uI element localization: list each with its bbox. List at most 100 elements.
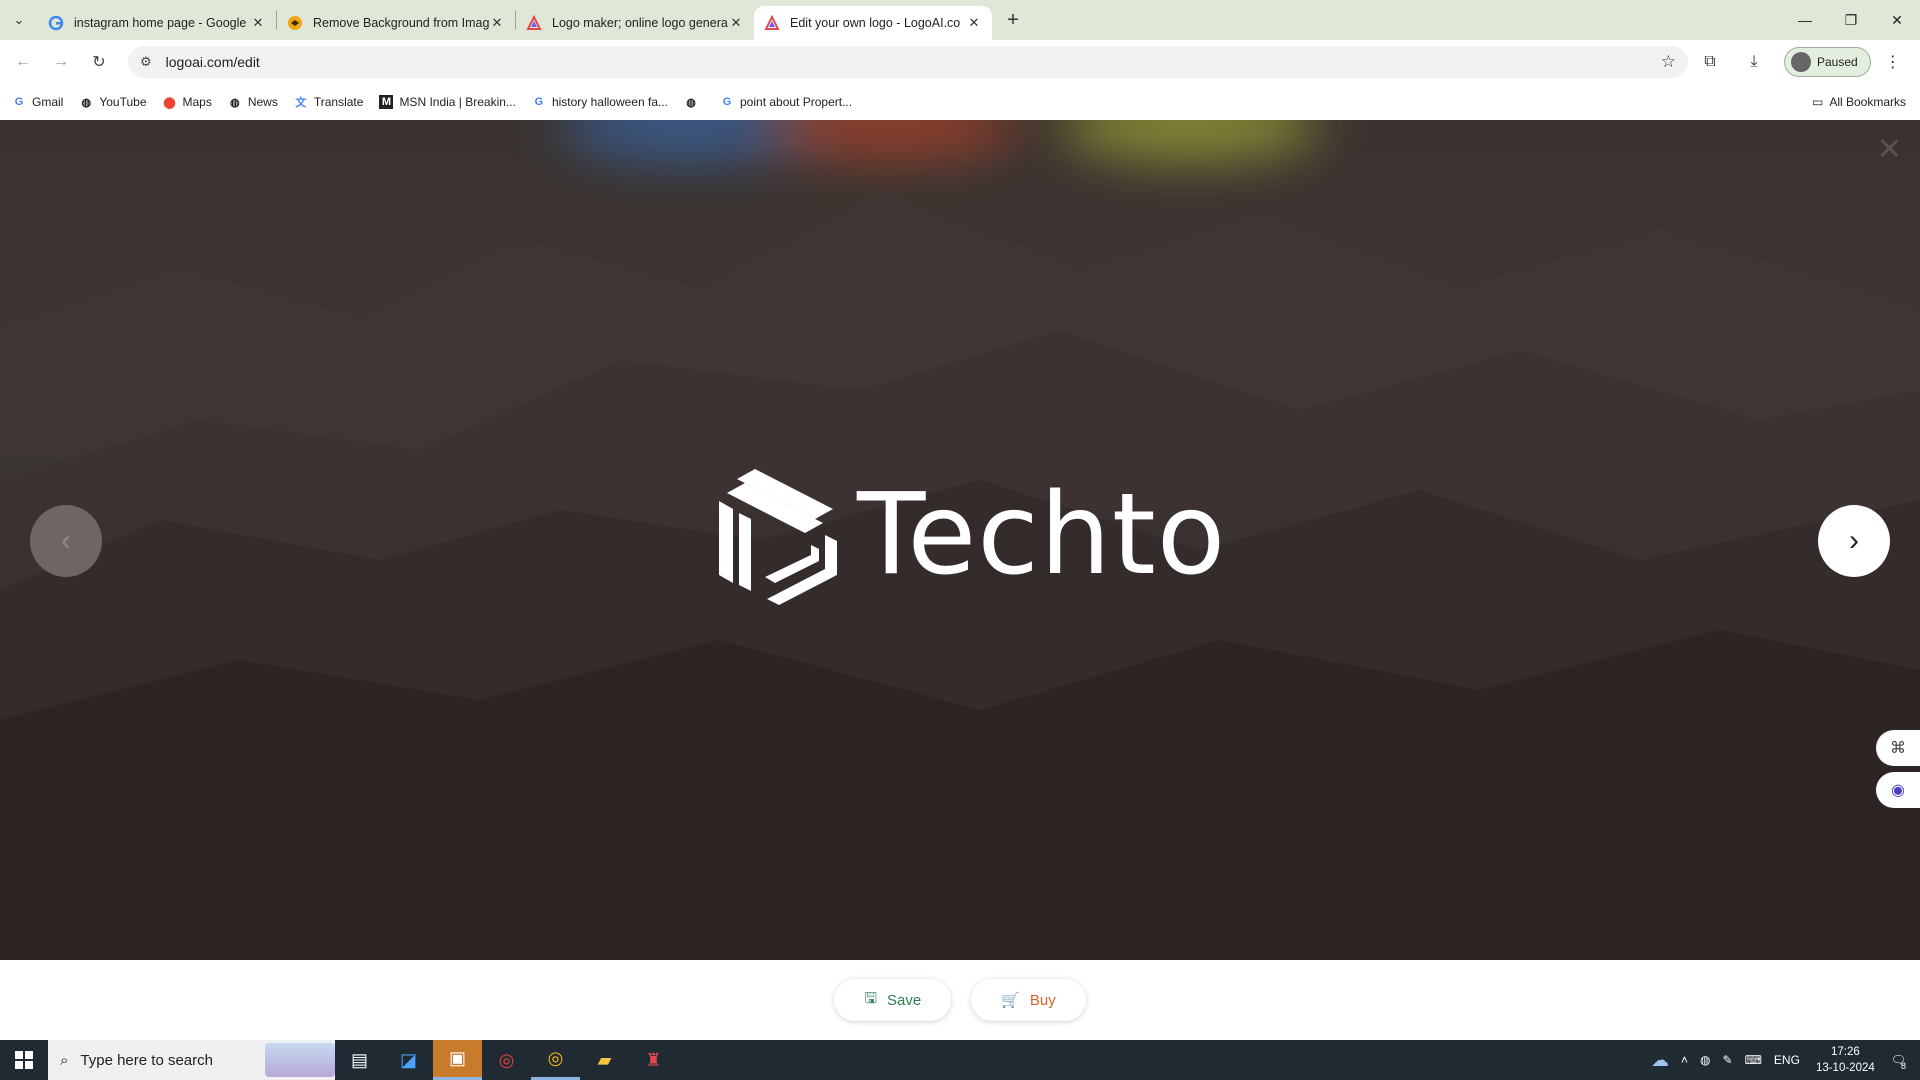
bookmark-label: MSN India | Breakin... [399,95,516,109]
save-button[interactable]: 🖫 Save [834,979,952,1021]
folder-icon: ▭ [1811,95,1824,109]
tab-title: Remove Background from Imag [313,16,489,30]
bookmark-news[interactable]: ◍ News [228,95,278,109]
reload-icon[interactable]: ↻ [84,52,114,72]
bookmark-property[interactable]: Gpoint about Propert... [720,95,852,109]
google-icon: G [14,96,24,108]
close-tab-icon[interactable]: ✕ [728,15,744,31]
chrome-icon[interactable]: ◎ [531,1040,580,1080]
bookmark-msn[interactable]: M MSN India | Breakin... [379,95,516,109]
shortcut-button[interactable]: ⌘ [1876,730,1920,766]
all-bookmarks-button[interactable]: ▭ All Bookmarks [1812,95,1906,109]
command-icon: ⌘ [1890,740,1906,757]
logo-mark-icon [719,469,837,605]
back-icon[interactable]: ← [8,53,38,71]
browser-toolbar: ← → ↻ ⚙ logoai.com/edit ☆ ⧉ ⤓ Paused ⋮ [0,40,1920,84]
bookmark-label: Maps [182,95,212,109]
google-icon: G [722,96,732,108]
cart-icon: 🛒 [1001,992,1020,1009]
google-icon: G [534,96,544,108]
close-preview-icon[interactable]: ✕ [1877,132,1902,167]
tab-2[interactable]: Remove Background from Imag ✕ [277,6,515,40]
site-settings-icon[interactable]: ⚙ [140,54,152,70]
close-tab-icon[interactable]: ✕ [966,15,982,31]
tab-3[interactable]: Logo maker; online logo genera ✕ [516,6,754,40]
bookmark-maps[interactable]: ⬤ Maps [163,95,212,109]
next-button[interactable]: › [1818,505,1890,577]
time: 17:26 [1830,1046,1860,1058]
close-tab-icon[interactable]: ✕ [250,15,266,31]
logo: Techto [715,465,1226,605]
chevron-up-icon[interactable]: ˄ [1681,1053,1688,1067]
bookmark-translate[interactable]: 文 Translate [294,95,364,109]
tab-4-active[interactable]: Edit your own logo - LogoAI.co ✕ [754,6,992,40]
search-icon: ⌕ [60,1051,69,1069]
globe-icon: ◍ [686,96,696,109]
notification-count: 8 [1900,1061,1906,1071]
chevron-right-icon: › [1849,524,1859,557]
profile-status: Paused [1817,55,1858,69]
address-bar[interactable]: ⚙ logoai.com/edit ☆ [128,46,1688,78]
globe-icon: ◍ [230,96,240,109]
map-pin-icon: ⬤ [163,96,176,109]
bookmark-history[interactable]: Ghistory halloween fa... [532,95,668,109]
menu-icon[interactable]: ⋮ [1871,52,1915,72]
tab-title: Edit your own logo - LogoAI.co [790,16,961,30]
all-bookmarks-label: All Bookmarks [1829,95,1906,109]
network-icon[interactable]: ◍ [1700,1053,1710,1067]
system-tray: ☁ ˄ ◍ ✎ ⌨ ENG 17:26 13-10-2024 🗨 8 [1645,1040,1920,1080]
close-tab-icon[interactable]: ✕ [489,15,505,31]
bookmark-youtube[interactable]: ◍ YouTube [79,95,147,109]
keyboard-icon[interactable]: ⌨ [1745,1053,1762,1067]
msn-icon: M [379,95,394,109]
pen-icon[interactable]: ✎ [1723,1053,1733,1067]
download-icon[interactable]: ⤓ [1732,53,1776,71]
action-bar: 🖫 Save 🛒 Buy [0,960,1920,1040]
windows-icon [15,1051,33,1069]
clock[interactable]: 17:26 13-10-2024 [1816,1044,1875,1076]
bookmark-star-icon[interactable]: ☆ [1661,52,1676,72]
logoai-icon [764,15,780,30]
task-view-icon[interactable]: ▤ [335,1040,384,1080]
bookmark-globe[interactable]: ◍ [684,95,704,109]
tab-search-button[interactable]: ⌄ [0,0,38,40]
bookmark-label: point about Propert... [740,95,853,109]
profile-button[interactable]: Paused [1784,47,1871,77]
buy-button[interactable]: 🛒 Buy [971,979,1086,1021]
tab-strip: ⌄ instagram home page - Google ✕ Remove … [0,0,1920,40]
bookmark-label: Translate [313,95,364,109]
bookmark-label: history halloween fa... [551,95,668,109]
chrome-icon[interactable]: ◎ [482,1040,531,1080]
url-text: logoai.com/edit [165,54,260,70]
assistant-button[interactable]: ◉ [1876,772,1920,808]
bookmark-label: YouTube [99,95,147,109]
close-window-icon[interactable]: ✕ [1874,0,1920,40]
notification-icon[interactable]: 🗨 8 [1891,1053,1906,1071]
app-icon[interactable]: ▣ [433,1040,482,1080]
previous-button[interactable]: ‹ [30,505,102,577]
restore-icon[interactable]: ❐ [1828,0,1874,40]
assistant-icon: ◉ [1891,782,1905,799]
tab-1[interactable]: instagram home page - Google ✕ [38,6,276,40]
globe-icon: ◍ [81,96,92,109]
buy-label: Buy [1029,991,1056,1009]
tab-title: Logo maker; online logo genera [552,16,728,30]
app-icon[interactable]: ♜ [629,1040,678,1080]
logo-text: Techto [857,470,1227,600]
logoai-icon [526,15,542,30]
start-button[interactable] [0,1040,48,1080]
new-tab-button[interactable]: + [998,9,1028,32]
taskbar-search[interactable]: ⌕ Type here to search [48,1040,335,1080]
forward-icon[interactable]: → [46,53,76,71]
search-placeholder: Type here to search [80,1051,213,1069]
window-controls: — ❐ ✕ [1782,0,1920,40]
weather-icon[interactable]: ☁ [1651,1050,1669,1071]
app-icon[interactable]: ◪ [384,1040,433,1080]
extensions-icon[interactable]: ⧉ [1688,53,1732,71]
language-indicator[interactable]: ENG [1774,1053,1800,1067]
minimize-icon[interactable]: — [1782,0,1828,40]
bookmark-gmail[interactable]: G Gmail [12,95,64,109]
file-explorer-icon[interactable]: ▰ [580,1040,629,1080]
google-icon [48,15,64,31]
windows-taskbar: ⌕ Type here to search ▤ ◪ ▣ ◎ ◎ ▰ ♜ ☁ ˄ … [0,1040,1920,1080]
